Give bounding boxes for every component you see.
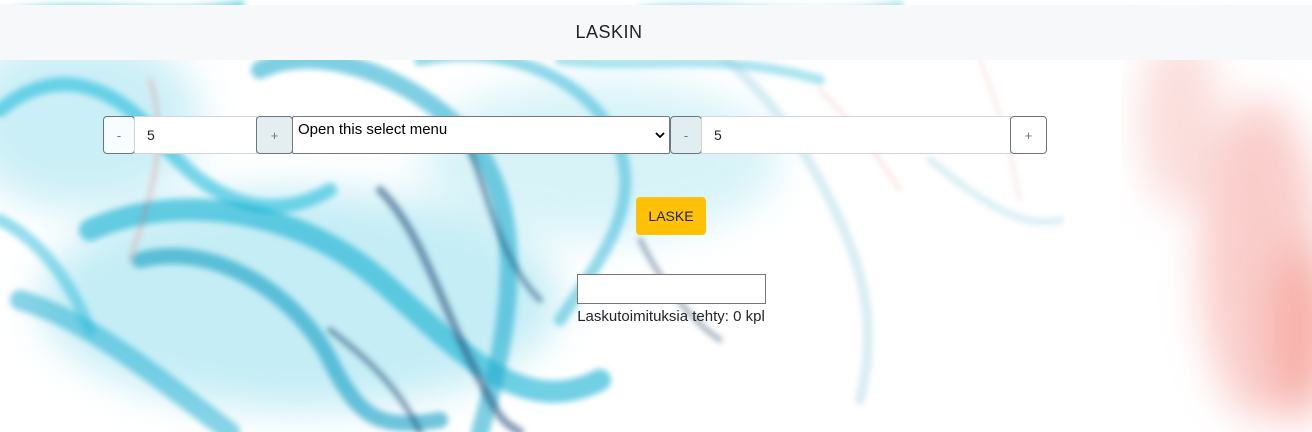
second-number-input[interactable]: 5 [701,116,1011,154]
app-header: LASKIN [0,5,1312,60]
second-decrement-button[interactable]: - [670,116,702,154]
app-title: LASKIN [575,22,643,42]
operations-counter: Laskutoimituksia tehty: 0 kpl [577,308,765,325]
result-field[interactable] [577,274,766,304]
first-increment-button[interactable]: + [256,116,293,154]
operation-select[interactable]: Open this select menu [292,116,670,154]
first-decrement-button[interactable]: - [103,116,135,154]
compute-button[interactable]: LASKE [636,197,706,235]
operation-select-value: Open this select menu [298,121,448,138]
second-increment-button[interactable]: + [1010,116,1047,154]
first-number-input[interactable]: 5 [134,116,257,154]
chevron-down-icon [655,132,665,139]
